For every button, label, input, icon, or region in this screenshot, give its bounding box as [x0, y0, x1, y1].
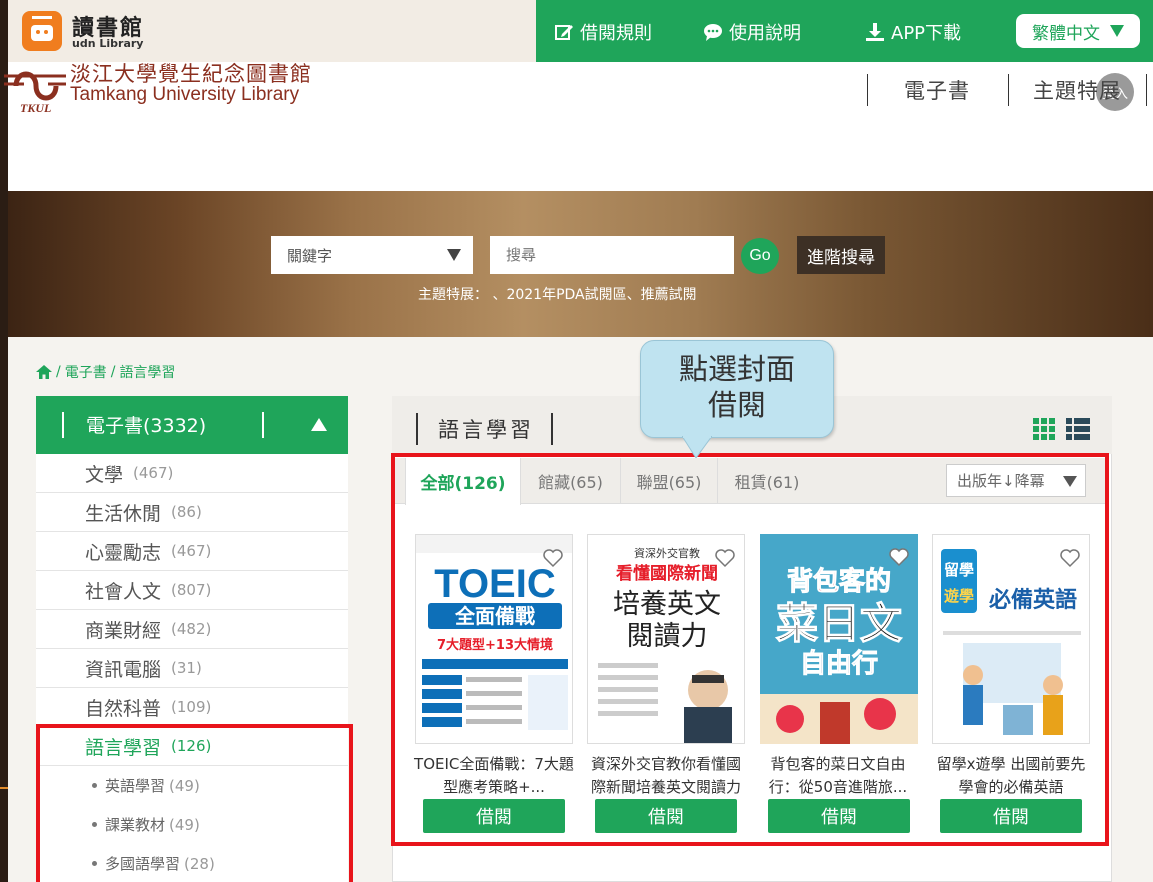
sidebar-header-label: 電子書(3332) [86, 415, 207, 437]
sidebar-item[interactable]: 生活休閒 (86) [36, 493, 348, 532]
annotation-callout: 點選封面 借閱 [640, 340, 834, 438]
highlight-box-books [391, 453, 1109, 846]
sidebar-item[interactable]: 自然科普 (109) [36, 688, 348, 727]
tkul-logo-text: TKUL [20, 101, 51, 114]
grid-view-icon[interactable] [1033, 418, 1055, 440]
tkul-logo-icon[interactable]: TKUL [2, 60, 68, 114]
list-view-icon[interactable] [1066, 418, 1090, 440]
search-field-select[interactable]: 關鍵字 [271, 236, 473, 274]
menu-divider [867, 74, 868, 106]
borrow-rules-link[interactable]: 借閱規則 [554, 19, 652, 45]
chat-icon [704, 24, 722, 41]
collapse-up-icon[interactable] [311, 418, 327, 431]
menu-divider [1008, 74, 1009, 106]
library-name-en[interactable]: Tamkang University Library [70, 84, 299, 106]
menu-ebooks[interactable]: 電子書 [904, 74, 970, 106]
sidebar-item[interactable]: 資訊電腦 (31) [36, 649, 348, 688]
chevron-down-icon [447, 249, 461, 261]
instructions-link[interactable]: 使用說明 [703, 19, 801, 45]
app-download-label: APP下載 [891, 23, 962, 44]
go-button[interactable]: Go [741, 238, 779, 274]
callout-pointer [682, 436, 712, 458]
chevron-down-icon [1110, 25, 1124, 37]
content-title: 語言學習 [438, 418, 534, 442]
breadcrumb-language[interactable]: 語言學習 [119, 362, 175, 382]
brand-subtitle: udn Library [72, 37, 144, 50]
sidebar-item[interactable]: 社會人文 (807) [36, 571, 348, 610]
menu-divider [1146, 74, 1147, 106]
callout-line: 點選封面 [678, 352, 795, 386]
menu-featured[interactable]: 主題特展 [1033, 74, 1121, 106]
udn-library-logo-icon[interactable] [22, 11, 62, 51]
sidebar-item[interactable]: 心靈勵志 (467) [36, 532, 348, 571]
home-icon[interactable] [36, 365, 52, 379]
sidebar-item[interactable]: 商業財經 (482) [36, 610, 348, 649]
callout-line: 借閱 [707, 388, 766, 422]
download-icon [866, 23, 884, 41]
breadcrumb: / 電子書 / 語言學習 [36, 362, 175, 382]
edit-icon [555, 25, 573, 40]
highlight-box-sidebar [36, 724, 353, 882]
borrow-rules-label: 借閱規則 [580, 23, 652, 44]
language-select[interactable]: 繁體中文 [1016, 14, 1140, 48]
breadcrumb-ebooks[interactable]: 電子書 [65, 362, 107, 382]
instructions-label: 使用說明 [729, 23, 801, 44]
app-download-link[interactable]: APP下載 [865, 19, 961, 45]
sidebar-item[interactable]: 文學 (467) [36, 454, 348, 493]
advanced-search-button[interactable]: 進階搜尋 [797, 236, 885, 274]
language-label: 繁體中文 [1032, 23, 1100, 44]
sidebar-header[interactable]: 電子書(3332) [36, 396, 348, 454]
search-input[interactable] [490, 236, 734, 274]
featured-topics[interactable]: 主題特展： 、2021年PDA試閱區、推薦試閱 [418, 284, 697, 304]
search-field-label: 關鍵字 [287, 246, 333, 265]
window-edge [0, 0, 8, 882]
